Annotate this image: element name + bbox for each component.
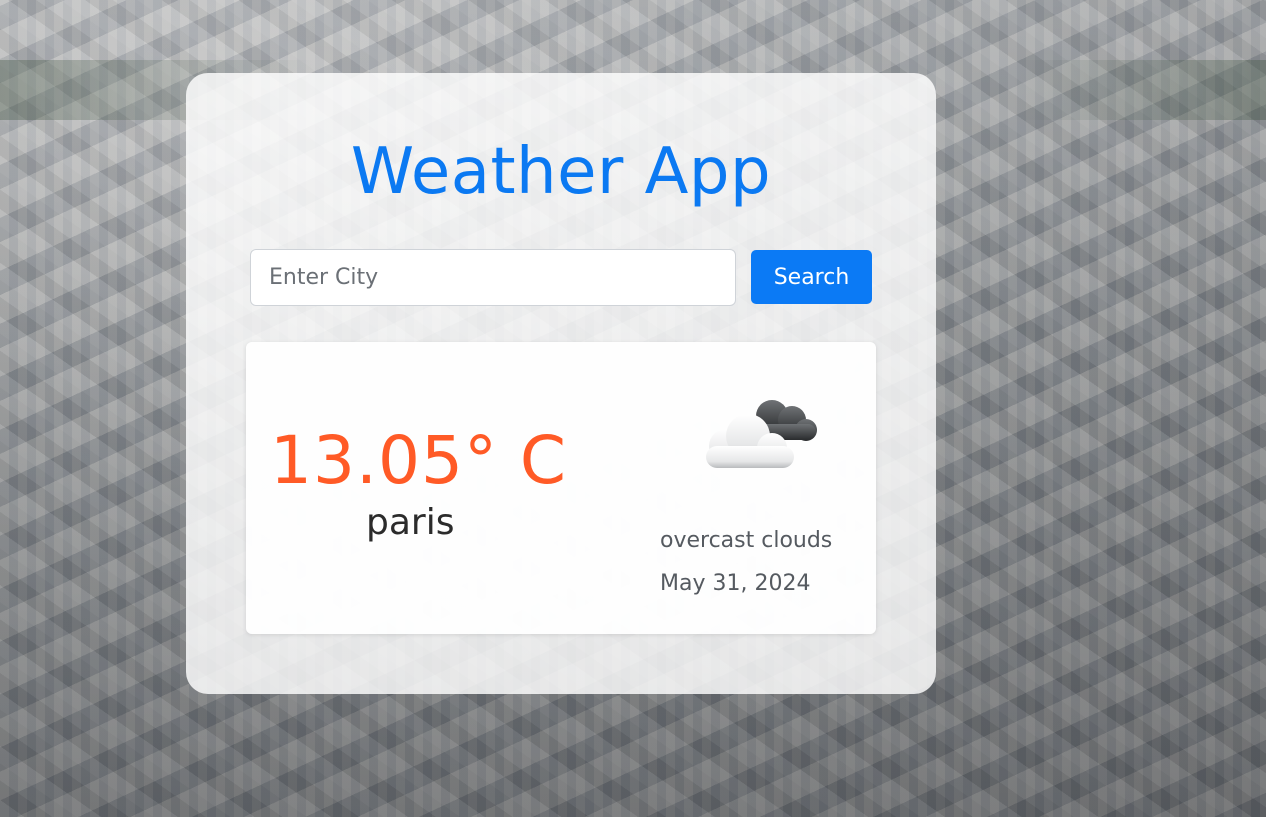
weather-card: Weather App Search 13.05° C paris <box>186 73 936 694</box>
temperature-value: 13.05° C <box>270 422 568 499</box>
overcast-clouds-icon <box>706 400 817 468</box>
weather-description: overcast clouds <box>660 528 833 553</box>
city-name: paris <box>366 502 455 543</box>
weather-result-panel: 13.05° C paris overcast clouds May 31, 2… <box>246 342 876 634</box>
weather-date: May 31, 2024 <box>660 571 811 596</box>
search-button[interactable]: Search <box>751 250 872 304</box>
city-search-input[interactable] <box>250 249 736 306</box>
app-title: Weather App <box>350 135 772 209</box>
